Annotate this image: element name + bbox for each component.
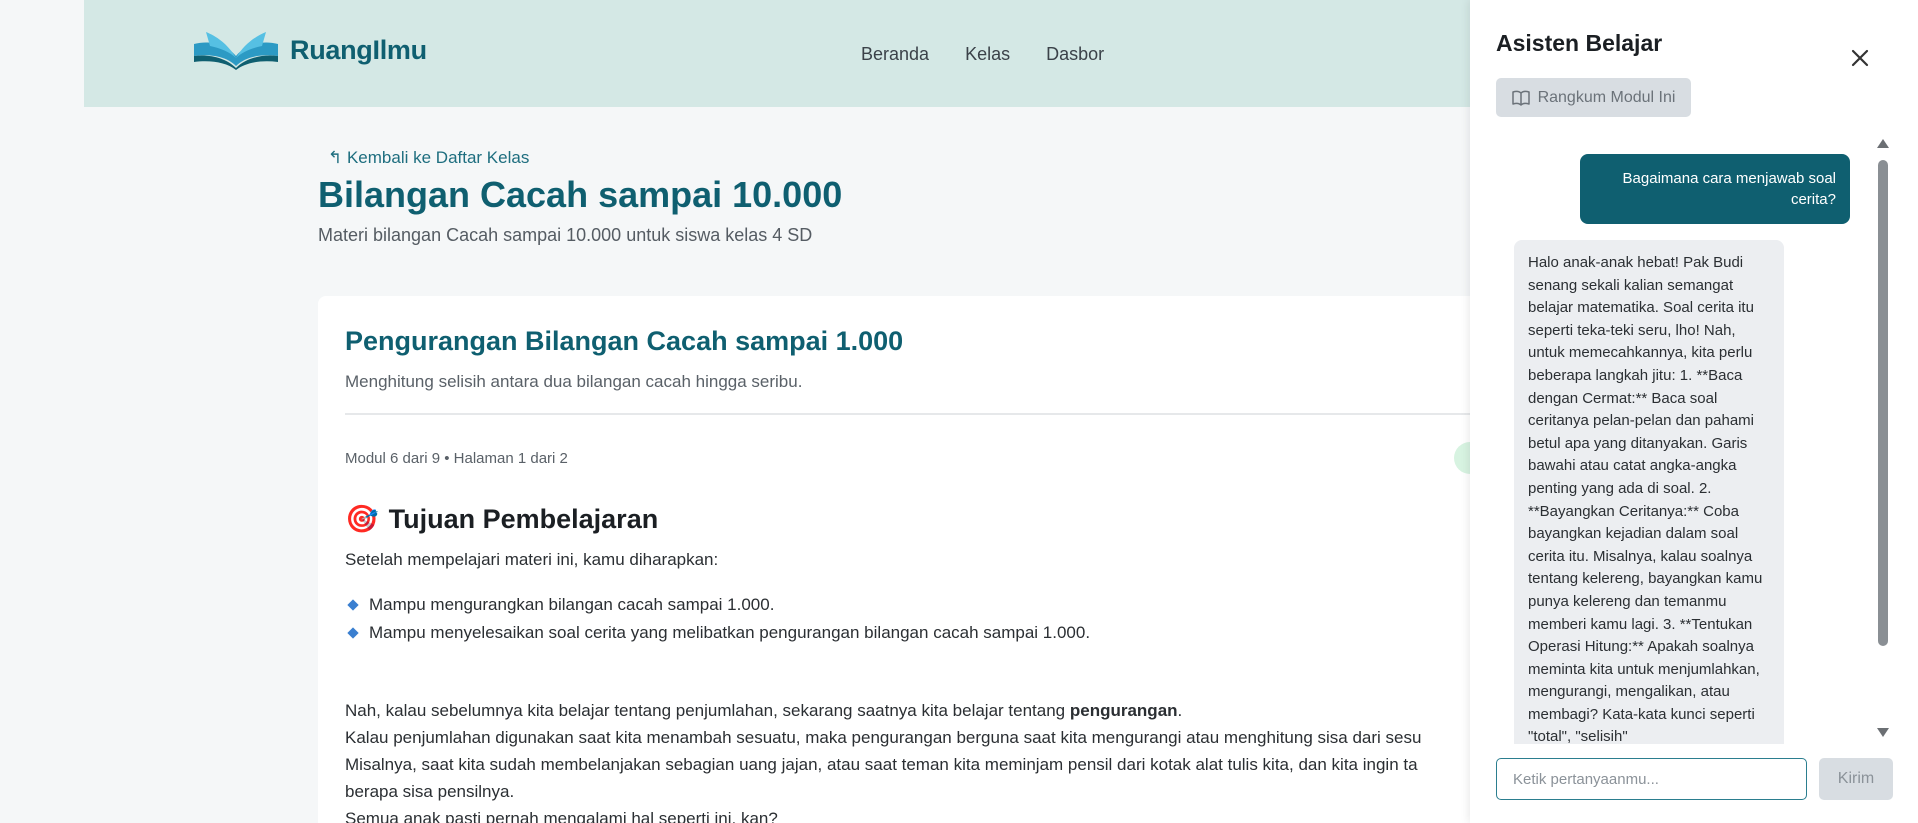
main-nav: Beranda Kelas Dasbor [861, 44, 1104, 65]
send-button[interactable]: Kirim [1819, 758, 1893, 800]
divider [345, 413, 1495, 415]
nav-kelas[interactable]: Kelas [965, 44, 1010, 65]
module-subtitle: Menghitung selisih antara dua bilangan c… [345, 372, 803, 391]
module-card: Pengurangan Bilangan Cacah sampai 1.000 … [318, 296, 1518, 823]
objectives-intro: Setelah mempelajari materi ini, kamu dih… [345, 550, 719, 569]
paragraph: Kalau penjumlahan digunakan saat kita me… [345, 728, 1422, 747]
page-subtitle: Materi bilangan Cacah sampai 10.000 untu… [318, 225, 813, 245]
brand-name: RuangIlmu [290, 34, 427, 65]
target-icon: 🎯 [345, 504, 379, 534]
objective-text: Mampu mengurangkan bilangan cacah sampai… [369, 595, 775, 614]
chat-history[interactable]: Bagaimana cara menjawab soal cerita? Hal… [1496, 136, 1893, 744]
scroll-thumb[interactable] [1878, 160, 1888, 646]
site-header: RuangIlmu Beranda Kelas Dasbor [84, 0, 1502, 107]
paragraph: berapa sisa pensilnya. [345, 782, 515, 801]
scroll-up-icon[interactable] [1877, 139, 1889, 148]
module-title: Pengurangan Bilangan Cacah sampai 1.000 [345, 326, 904, 356]
paragraph: Semua anak pasti pernah mengalami hal se… [345, 809, 778, 823]
page-title: Bilangan Cacah sampai 10.000 [318, 174, 843, 215]
summarize-module-button[interactable]: Rangkum Modul Ini [1496, 78, 1691, 117]
learning-assistant-panel: Asisten Belajar Rangkum Modul Ini Bagaim… [1470, 0, 1918, 823]
list-item: Mampu menyelesaikan soal cerita yang mel… [345, 619, 1090, 647]
panel-title: Asisten Belajar [1496, 30, 1663, 56]
back-to-class-list-link[interactable]: ↰ Kembali ke Daftar Kelas [328, 148, 529, 168]
diamond-bullet-icon [347, 599, 359, 611]
book-icon [1511, 90, 1530, 106]
close-icon[interactable] [1848, 46, 1872, 70]
scroll-down-icon[interactable] [1877, 728, 1889, 737]
objective-text: Mampu menyelesaikan soal cerita yang mel… [369, 623, 1091, 642]
diamond-bullet-icon [347, 627, 359, 639]
open-book-icon [194, 32, 278, 70]
brand-logo[interactable]: RuangIlmu [192, 30, 427, 70]
section-title: Tujuan Pembelajaran [388, 503, 659, 534]
chat-scrollbar[interactable] [1876, 139, 1890, 737]
nav-dasbor[interactable]: Dasbor [1046, 44, 1104, 65]
objectives-list: Mampu mengurangkan bilangan cacah sampai… [345, 591, 1090, 647]
paragraph: Nah, kalau sebelumnya kita belajar tenta… [345, 701, 1183, 720]
module-progress-meta: Modul 6 dari 9 • Halaman 1 dari 2 [345, 450, 568, 467]
nav-beranda[interactable]: Beranda [861, 44, 929, 65]
assistant-message: Halo anak-anak hebat! Pak Budi senang se… [1514, 240, 1784, 744]
question-input[interactable] [1496, 758, 1807, 800]
user-message: Bagaimana cara menjawab soal cerita? [1580, 154, 1850, 224]
summarize-label: Rangkum Modul Ini [1537, 88, 1676, 106]
section-heading: 🎯 Tujuan Pembelajaran [345, 503, 658, 535]
list-item: Mampu mengurangkan bilangan cacah sampai… [345, 591, 1090, 619]
paragraph: Misalnya, saat kita sudah membelanjakan … [345, 755, 1418, 774]
